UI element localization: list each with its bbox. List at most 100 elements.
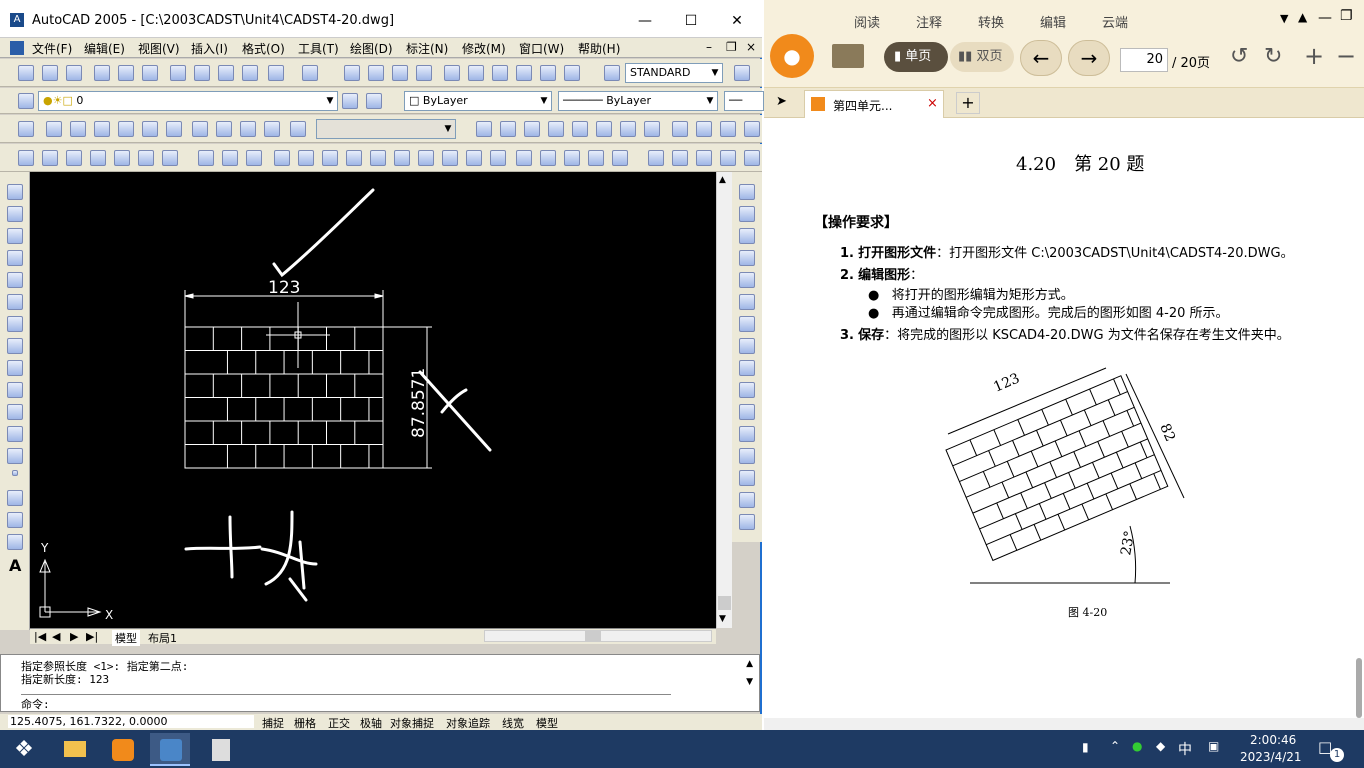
next-page-button[interactable]: → bbox=[1068, 40, 1110, 76]
first-tab-icon[interactable]: |◀ bbox=[34, 630, 46, 643]
cone-icon[interactable] bbox=[548, 121, 564, 137]
mirror-icon[interactable] bbox=[739, 228, 755, 244]
menu-format[interactable]: 格式(O) bbox=[242, 40, 285, 57]
tab-model[interactable]: 模型 bbox=[112, 630, 140, 646]
page-scrollbar[interactable] bbox=[1356, 658, 1362, 718]
wedge-icon[interactable] bbox=[572, 121, 588, 137]
folder-icon[interactable] bbox=[832, 44, 864, 68]
interfere-icon[interactable] bbox=[696, 121, 712, 137]
publish-icon[interactable] bbox=[142, 65, 158, 81]
double-page-button[interactable]: ▮▮ 双页 bbox=[950, 42, 1014, 72]
separate-icon[interactable] bbox=[564, 150, 580, 166]
prev-tab-icon[interactable]: ◀ bbox=[52, 630, 60, 643]
drawing-canvas[interactable]: 123 87.8571 X Y bbox=[30, 172, 716, 628]
copy-faces-icon[interactable] bbox=[418, 150, 434, 166]
layer-select[interactable]: ●☀□ 0 ▼ bbox=[38, 91, 338, 111]
restore-icon[interactable]: ❐ bbox=[1340, 8, 1353, 24]
rotate-right-icon[interactable]: ↻ bbox=[1264, 44, 1282, 69]
horizontal-scrollbar[interactable] bbox=[484, 630, 712, 642]
menu-modify[interactable]: 修改(M) bbox=[462, 40, 506, 57]
rotate-faces-icon[interactable] bbox=[370, 150, 386, 166]
color-select[interactable]: □ ByLayer ▼ bbox=[404, 91, 552, 111]
rotate-left-icon[interactable]: ↺ bbox=[1230, 44, 1248, 69]
scroll-thumb[interactable] bbox=[585, 631, 601, 641]
doc-restore-button[interactable]: ❐ bbox=[726, 40, 737, 54]
flat-shaded-icon[interactable] bbox=[90, 150, 106, 166]
intersect-icon[interactable] bbox=[246, 150, 262, 166]
toggle-lineweight[interactable]: 线宽 bbox=[502, 715, 524, 731]
menu-file[interactable]: 文件(F) bbox=[32, 40, 72, 57]
fillet-icon[interactable] bbox=[739, 492, 755, 508]
tab-edit[interactable]: 编辑 bbox=[1040, 12, 1066, 31]
taper-faces-icon[interactable] bbox=[394, 150, 410, 166]
view-bottom-icon[interactable] bbox=[70, 121, 86, 137]
rectangle-icon[interactable] bbox=[7, 272, 23, 288]
calculator-taskbar-button[interactable] bbox=[200, 733, 240, 766]
rotate-icon[interactable] bbox=[739, 316, 755, 332]
toggle-otrack[interactable]: 对象追踪 bbox=[446, 715, 490, 731]
keyboard-icon[interactable]: ▣ bbox=[1208, 739, 1219, 753]
help-icon[interactable] bbox=[564, 65, 580, 81]
single-page-button[interactable]: ▮ 单页 bbox=[884, 42, 948, 72]
sidebar-toggle-icon[interactable]: ➤ bbox=[776, 94, 787, 109]
pdf-reader-taskbar-button[interactable] bbox=[102, 733, 142, 766]
torus-icon[interactable] bbox=[596, 121, 612, 137]
extrude-faces-icon[interactable] bbox=[274, 150, 290, 166]
battery-icon[interactable]: ▮ bbox=[1082, 740, 1089, 754]
view-right-icon[interactable] bbox=[118, 121, 134, 137]
tab-convert[interactable]: 转换 bbox=[978, 12, 1004, 31]
zoom-window-icon[interactable] bbox=[392, 65, 408, 81]
lineweight-select[interactable]: ── bbox=[724, 91, 764, 111]
make-block-icon[interactable] bbox=[7, 448, 23, 464]
autocad-taskbar-button[interactable] bbox=[150, 733, 190, 766]
point-icon[interactable] bbox=[12, 470, 18, 476]
maximize-button[interactable]: ☐ bbox=[676, 10, 706, 32]
view-select[interactable]: ▼ bbox=[316, 119, 456, 139]
extend-icon[interactable] bbox=[739, 404, 755, 420]
paste-icon[interactable] bbox=[218, 65, 234, 81]
imprint-icon[interactable] bbox=[516, 150, 532, 166]
circle-icon[interactable] bbox=[7, 316, 23, 332]
region-icon[interactable] bbox=[7, 512, 23, 528]
toggle-snap[interactable]: 捕捉 bbox=[262, 715, 284, 731]
cylinder-icon[interactable] bbox=[524, 121, 540, 137]
table-icon[interactable] bbox=[7, 534, 23, 550]
match-properties-icon[interactable] bbox=[242, 65, 258, 81]
document-icon[interactable] bbox=[10, 41, 24, 55]
color-edges-icon[interactable] bbox=[490, 150, 506, 166]
line-icon[interactable] bbox=[7, 184, 23, 200]
insert-block-icon[interactable] bbox=[7, 426, 23, 442]
menu-dimension[interactable]: 标注(N) bbox=[406, 40, 448, 57]
scroll-up-icon[interactable]: ▲ bbox=[719, 175, 726, 185]
menu-draw[interactable]: 绘图(D) bbox=[350, 40, 393, 57]
zoom-out-icon[interactable]: − bbox=[1336, 42, 1356, 70]
arc-icon[interactable] bbox=[7, 294, 23, 310]
menu-edit[interactable]: 编辑(E) bbox=[84, 40, 125, 57]
redo-icon[interactable] bbox=[302, 65, 318, 81]
move-faces-icon[interactable] bbox=[298, 150, 314, 166]
clean-icon[interactable] bbox=[540, 150, 556, 166]
pan-3d-icon[interactable] bbox=[696, 150, 712, 166]
doc-tab[interactable]: 第四单元... × bbox=[804, 90, 944, 118]
clip-icon[interactable] bbox=[744, 150, 760, 166]
reader-horizontal-scrollbar[interactable] bbox=[764, 718, 1364, 730]
app-tray-icon[interactable]: ● bbox=[1132, 739, 1142, 753]
sphere-icon[interactable] bbox=[500, 121, 516, 137]
menu-insert[interactable]: 插入(I) bbox=[191, 40, 228, 57]
text-style-select[interactable]: STANDARD ▼ bbox=[625, 63, 723, 83]
last-tab-icon[interactable]: ▶| bbox=[86, 630, 98, 643]
multiline-text-icon[interactable]: A bbox=[9, 556, 21, 575]
tab-layout1[interactable]: 布局1 bbox=[148, 630, 177, 646]
box-icon[interactable] bbox=[476, 121, 492, 137]
revolve-icon[interactable] bbox=[644, 121, 660, 137]
view-left-icon[interactable] bbox=[94, 121, 110, 137]
skin-icon[interactable]: ▲ bbox=[1298, 10, 1307, 24]
ellipse-icon[interactable] bbox=[7, 382, 23, 398]
chevron-down-icon[interactable]: ▼ bbox=[1280, 12, 1288, 25]
scroll-down-icon[interactable]: ▼ bbox=[746, 677, 753, 687]
toggle-osnap[interactable]: 对象捕捉 bbox=[390, 715, 434, 731]
text-style-icon[interactable] bbox=[604, 65, 620, 81]
gouraud-edges-icon[interactable] bbox=[162, 150, 178, 166]
properties-icon[interactable] bbox=[444, 65, 460, 81]
pan-icon[interactable] bbox=[344, 65, 360, 81]
